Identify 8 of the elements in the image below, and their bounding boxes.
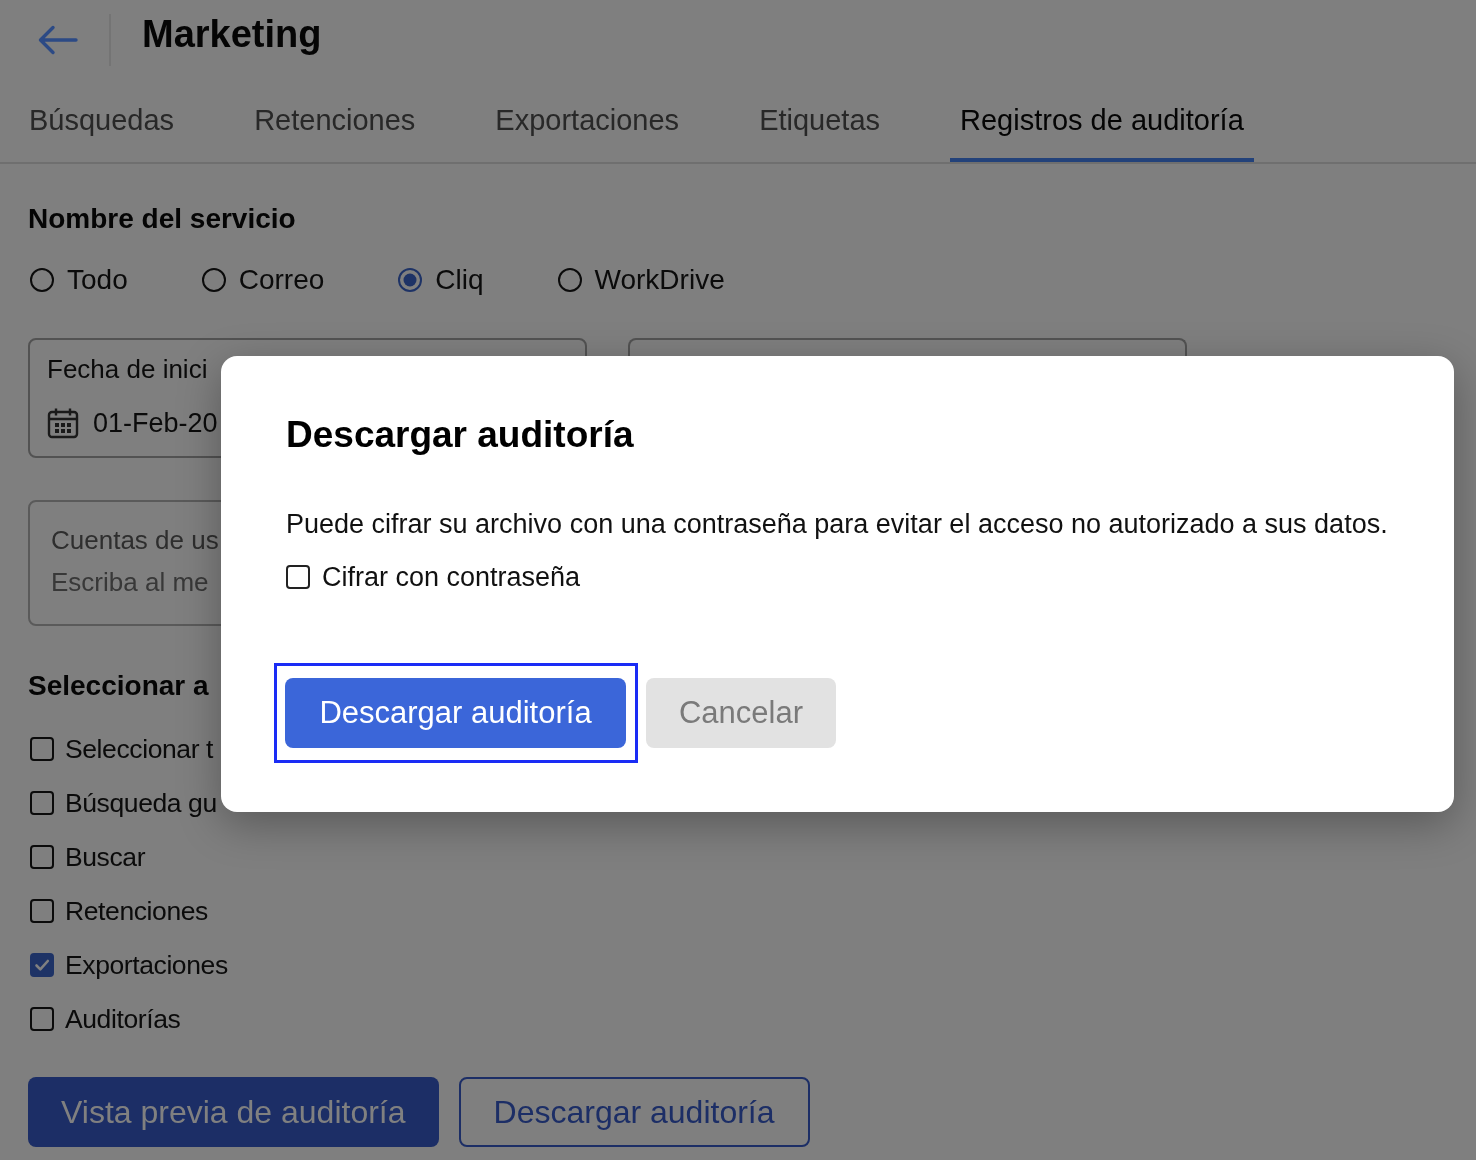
section-heading: Nombre del servicio [28, 202, 296, 236]
field-label: Fecha de inici [47, 354, 208, 384]
dialog-message: Puede cifrar su archivo con una contraseña para evitar el acceso no autorizado a sus datos. [286, 508, 1388, 541]
section-heading: Seleccionar a [28, 669, 209, 703]
field-label: Cuentas de us [51, 524, 219, 557]
page-title: Marketing [142, 12, 322, 57]
date-value: 01-Feb-20 [93, 407, 218, 440]
dialog-title: Descargar auditoría [286, 413, 634, 457]
